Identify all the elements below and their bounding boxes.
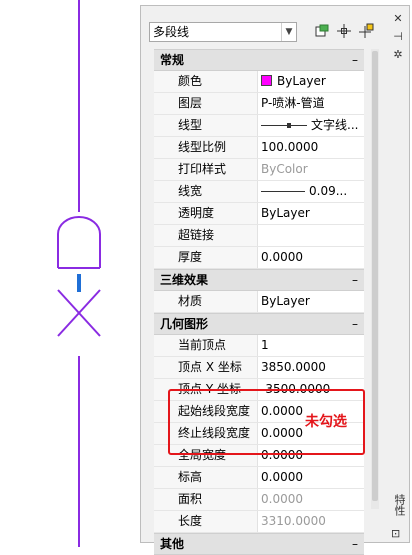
property-value[interactable] xyxy=(257,225,364,246)
property-value[interactable]: 3850.0000 xyxy=(257,357,364,378)
category-3d-effects[interactable]: 三维效果 – xyxy=(154,269,364,291)
property-row-linetype[interactable]: 线型 文字线... xyxy=(154,115,364,137)
property-row-thickness[interactable]: 厚度 0.0000 xyxy=(154,247,364,269)
collapse-icon[interactable]: – xyxy=(352,534,358,554)
property-value[interactable]: 100.0000 xyxy=(257,137,364,158)
property-row-vertex-x[interactable]: 顶点 X 坐标 3850.0000 xyxy=(154,357,364,379)
property-value: 3310.0000 xyxy=(257,511,364,532)
property-name: 材质 xyxy=(178,294,203,308)
property-name: 当前顶点 xyxy=(178,338,227,352)
property-name: 长度 xyxy=(178,514,203,528)
property-value[interactable]: ByColor xyxy=(257,159,364,180)
palette-title: 特性 xyxy=(393,494,406,516)
palette-side-tools: ✕ ⊣ ✲ xyxy=(389,10,407,64)
property-name: 顶点 X 坐标 xyxy=(178,360,242,374)
property-name: 图层 xyxy=(178,96,203,110)
collapse-icon[interactable]: – xyxy=(352,314,358,334)
property-name: 打印样式 xyxy=(178,162,227,176)
color-swatch-icon xyxy=(261,75,272,86)
property-name: 厚度 xyxy=(178,250,203,264)
property-value: 0.0000 xyxy=(257,489,364,510)
auto-hide-icon[interactable]: ⊣ xyxy=(389,28,407,46)
properties-palette: 多段线 ▼ ✕ ⊣ ✲ 常规 – 颜色 ByLayer 图层 P-喷淋-管道 线… xyxy=(140,5,410,555)
annotation-note: 未勾选 xyxy=(305,414,347,430)
property-row-layer[interactable]: 图层 P-喷淋-管道 xyxy=(154,93,364,115)
property-row-color[interactable]: 颜色 ByLayer xyxy=(154,71,364,93)
category-title: 其他 xyxy=(160,537,185,551)
linetype-preview-icon xyxy=(261,123,307,128)
property-row-lineweight[interactable]: 线宽 0.09... xyxy=(154,181,364,203)
property-value[interactable]: P-喷淋-管道 xyxy=(257,93,364,114)
lineweight-preview-icon xyxy=(261,191,305,192)
property-value[interactable]: 0.0000 xyxy=(257,467,364,488)
category-general[interactable]: 常规 – xyxy=(154,49,364,71)
property-row-elevation[interactable]: 标高 0.0000 xyxy=(154,467,364,489)
property-name: 透明度 xyxy=(178,206,215,220)
quick-select-icon[interactable] xyxy=(313,23,331,41)
close-icon[interactable]: ✕ xyxy=(389,10,407,28)
property-name: 颜色 xyxy=(178,74,203,88)
chevron-down-icon[interactable]: ▼ xyxy=(281,23,296,41)
vertical-scrollbar[interactable] xyxy=(371,49,379,509)
object-type-dropdown[interactable]: 多段线 ▼ xyxy=(149,22,297,42)
category-title: 几何图形 xyxy=(160,317,209,331)
palette-menu-icon[interactable]: ⊡ xyxy=(391,527,400,540)
collapse-icon[interactable]: – xyxy=(352,50,358,70)
drawing-canvas[interactable] xyxy=(0,0,140,547)
property-row-hyperlink[interactable]: 超链接 xyxy=(154,225,364,247)
property-value[interactable]: 0.0000 xyxy=(257,247,364,268)
property-row-material[interactable]: 材质 ByLayer xyxy=(154,291,364,313)
pipe-drawing xyxy=(57,0,101,547)
property-name: 面积 xyxy=(178,492,203,506)
properties-icon[interactable]: ✲ xyxy=(389,46,407,64)
category-title: 三维效果 xyxy=(160,273,209,287)
select-objects-icon[interactable] xyxy=(335,23,353,41)
collapse-icon[interactable]: – xyxy=(352,270,358,290)
scrollbar-thumb[interactable] xyxy=(372,51,378,501)
property-name: 线型 xyxy=(178,118,203,132)
toggle-pickadd-icon[interactable] xyxy=(357,23,375,41)
property-row-transparency[interactable]: 透明度 ByLayer xyxy=(154,203,364,225)
property-list: 常规 – 颜色 ByLayer 图层 P-喷淋-管道 线型 文字线... 线型比… xyxy=(154,49,364,555)
property-value[interactable]: ByLayer xyxy=(257,203,364,224)
property-row-current-vertex[interactable]: 当前顶点 1 xyxy=(154,335,364,357)
category-geometry[interactable]: 几何图形 – xyxy=(154,313,364,335)
category-title: 常规 xyxy=(160,53,185,67)
property-value[interactable]: 1 xyxy=(257,335,364,356)
property-name: 线型比例 xyxy=(178,140,227,154)
object-type-label: 多段线 xyxy=(153,25,190,39)
property-value[interactable]: 文字线... xyxy=(257,115,364,136)
property-name: 标高 xyxy=(178,470,203,484)
property-row-linetype-scale[interactable]: 线型比例 100.0000 xyxy=(154,137,364,159)
property-name: 线宽 xyxy=(178,184,203,198)
property-row-length[interactable]: 长度 3310.0000 xyxy=(154,511,364,533)
property-value[interactable]: ByLayer xyxy=(257,291,364,312)
property-name: 超链接 xyxy=(178,228,215,242)
category-misc[interactable]: 其他 – xyxy=(154,533,364,555)
property-value[interactable]: 0.09... xyxy=(257,181,364,202)
property-value[interactable]: ByLayer xyxy=(257,71,364,92)
property-row-area[interactable]: 面积 0.0000 xyxy=(154,489,364,511)
palette-toolbar: 多段线 ▼ xyxy=(149,22,377,44)
property-row-plot-style[interactable]: 打印样式 ByColor xyxy=(154,159,364,181)
